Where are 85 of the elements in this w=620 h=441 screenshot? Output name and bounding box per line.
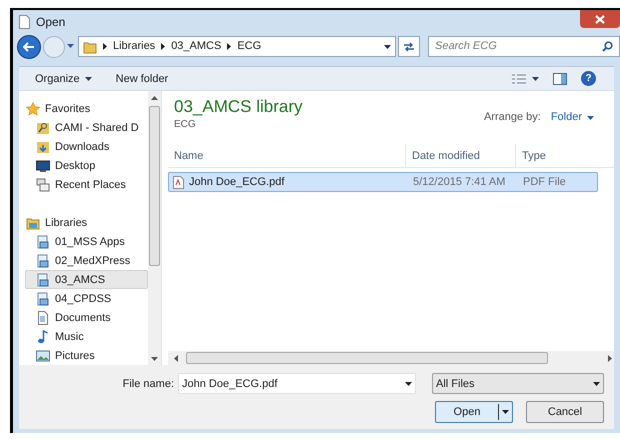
library-subtitle: ECG: [174, 118, 197, 132]
breadcrumb-item[interactable]: ECG: [237, 38, 262, 55]
nav-item[interactable]: 03_AMCS: [25, 270, 148, 290]
open-button[interactable]: Open: [435, 401, 513, 424]
preview-pane-button[interactable]: [553, 72, 567, 85]
file-name-label: File name:: [122, 376, 174, 392]
scroll-down-icon[interactable]: [151, 357, 158, 362]
close-button[interactable]: [580, 10, 620, 28]
scroll-right-icon[interactable]: [608, 354, 612, 362]
organize-button[interactable]: Organize: [35, 70, 92, 88]
star-icon: [26, 102, 40, 116]
back-button[interactable]: [17, 34, 41, 59]
nav-item[interactable]: Recent Places: [25, 175, 148, 194]
scrollbar-thumb[interactable]: [149, 106, 160, 266]
nav-item[interactable]: Pictures: [25, 346, 148, 366]
nav-item[interactable]: 01_MSS Apps: [25, 232, 148, 252]
arrange-by-dropdown[interactable]: Folder: [550, 109, 594, 126]
nav-item[interactable]: Music: [25, 327, 148, 346]
refresh-button[interactable]: [398, 36, 420, 58]
recent-places-icon: [36, 178, 50, 192]
nav-item[interactable]: 02_MedXPress: [25, 251, 148, 270]
search-icon: [602, 41, 613, 52]
nav-item[interactable]: Libraries: [25, 213, 148, 232]
chevron-icon: [161, 43, 166, 50]
arrange-by-label: Arrange by:: [484, 110, 541, 126]
picture-icon: [36, 348, 50, 363]
folder-icon: [83, 40, 97, 54]
column-header[interactable]: Name: [168, 144, 406, 168]
downloads-folder-icon: [36, 140, 50, 154]
nav-item[interactable]: CAMI - Shared D: [25, 118, 148, 138]
close-icon: [595, 14, 605, 24]
scrollbar-thumb[interactable]: [186, 352, 548, 364]
new-folder-button[interactable]: New folder: [116, 70, 168, 88]
caret-icon: [532, 76, 539, 81]
preview-pane-icon: [553, 72, 567, 85]
nav-item[interactable]: 04_CPDSS: [25, 289, 148, 308]
library-icon: [36, 234, 50, 249]
caret-icon: [84, 76, 92, 81]
file-name-input[interactable]: John Doe_ECG.pdf: [182, 376, 405, 392]
search-box[interactable]: Search ECG: [428, 36, 620, 58]
vertical-scrollbar[interactable]: [148, 91, 161, 366]
help-button[interactable]: ?: [581, 71, 596, 86]
column-header[interactable]: Type: [516, 144, 596, 168]
view-options-button[interactable]: [512, 74, 539, 84]
file-type: PDF File: [522, 175, 567, 190]
library-icon: [36, 254, 50, 268]
nav-item[interactable]: Downloads: [25, 137, 148, 156]
cancel-button[interactable]: Cancel: [526, 401, 604, 424]
dropdown-icon[interactable]: [384, 44, 391, 49]
pdf-file-icon: [173, 176, 184, 189]
breadcrumb-item[interactable]: Libraries: [113, 38, 156, 55]
music-note-icon: [36, 330, 50, 344]
caret-icon: [593, 382, 600, 386]
nav-item[interactable]: Favorites: [25, 99, 148, 118]
caret-icon: [502, 410, 509, 414]
library-icon: [36, 292, 50, 306]
breadcrumb-item[interactable]: 03_AMCS: [171, 38, 222, 55]
dropdown-icon[interactable]: [405, 382, 412, 386]
nav-item[interactable]: Documents: [25, 308, 148, 328]
horizontal-scrollbar[interactable]: [168, 351, 614, 366]
file-name: John Doe_ECG.pdf: [189, 175, 284, 190]
caret-icon: [587, 116, 594, 120]
nav-item[interactable]: Desktop: [25, 156, 148, 176]
window-title: Open: [36, 14, 66, 31]
scroll-left-icon[interactable]: [174, 354, 178, 362]
network-folder-icon: [36, 120, 50, 135]
library-icon: [36, 272, 50, 287]
file-type-dropdown[interactable]: All Files: [432, 373, 604, 394]
file-row[interactable]: John Doe_ECG.pdf 5/12/2015 7:41 AM PDF File: [168, 172, 598, 192]
document-icon: [36, 310, 50, 325]
desktop-icon: [36, 158, 50, 173]
list-view-icon: [512, 74, 526, 84]
scroll-up-icon[interactable]: [151, 96, 158, 100]
column-header[interactable]: Date modified: [406, 144, 516, 168]
libraries-folder-icon: [26, 216, 40, 230]
address-bar[interactable]: Libraries 03_AMCS ECG: [78, 36, 396, 58]
chevron-icon: [103, 43, 107, 50]
refresh-arrows-icon: [403, 42, 415, 52]
document-icon: [19, 14, 30, 29]
date-modified: 5/12/2015 7:41 AM: [412, 175, 506, 190]
search-input[interactable]: Search ECG: [435, 38, 602, 55]
library-title: 03_AMCS library: [174, 97, 302, 118]
file-name-combo-box[interactable]: John Doe_ECG.pdf: [178, 373, 416, 394]
chevron-icon: [227, 43, 232, 50]
back-arrow-icon: [23, 42, 35, 52]
